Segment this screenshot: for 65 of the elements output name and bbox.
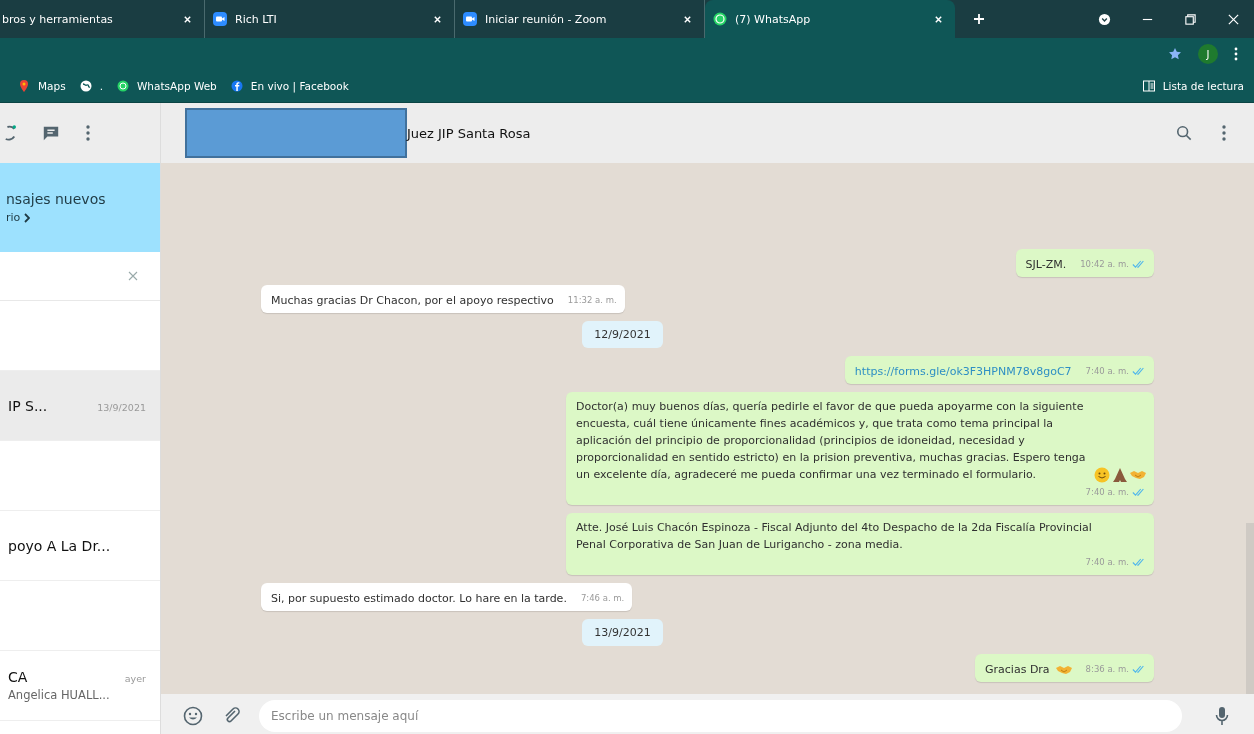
tab-title: (7) WhatsApp — [735, 12, 812, 26]
scrollbar[interactable] — [1246, 523, 1254, 694]
chat-time: ayer — [124, 673, 146, 684]
tab-title: Rich LTI — [235, 12, 278, 26]
smiley-icon — [1094, 467, 1110, 483]
date-chip: 12/9/2021 — [582, 321, 663, 348]
chat-name: CA — [8, 669, 28, 685]
facebook-icon — [230, 80, 243, 92]
close-icon[interactable] — [934, 14, 943, 24]
close-icon[interactable] — [683, 14, 692, 24]
message-text: Si, por supuesto estimado doctor. Lo hare en la tarde. — [271, 591, 567, 607]
banner-link[interactable]: rio — [6, 211, 21, 224]
message-time: 7:40 a. m. — [1085, 556, 1129, 569]
search-icon[interactable] — [1176, 125, 1192, 141]
chat-list-item[interactable]: poyo A La Dr... — [0, 511, 160, 581]
message-time: 10:42 a. m. — [1080, 258, 1129, 271]
bookmark[interactable]: Maps — [18, 80, 66, 92]
chevron-icon — [24, 212, 31, 223]
status-icon[interactable] — [4, 123, 16, 143]
chat-name: poyo A La Dr... — [8, 537, 111, 554]
restore-icon[interactable] — [1184, 12, 1197, 26]
chat-bubble-icon — [117, 80, 129, 92]
reading-list-button[interactable]: Lista de lectura — [1142, 80, 1244, 92]
bookmark[interactable]: WhatsApp Web — [117, 80, 217, 92]
chat-preview: Angelica HUALL... — [8, 688, 111, 702]
globe-icon — [79, 80, 92, 92]
menu-icon[interactable] — [86, 125, 90, 141]
close-icon[interactable] — [1227, 12, 1240, 26]
profile-avatar[interactable]: J — [1198, 44, 1218, 64]
close-icon[interactable] — [433, 14, 442, 24]
chat-list-item[interactable]: IP S... 13/9/2021 — [0, 371, 160, 441]
message-time: 7:40 a. m. — [1085, 365, 1129, 378]
date-chip: 13/9/2021 — [582, 619, 663, 646]
chat-bubble-icon — [713, 12, 727, 26]
banner-title: nsajes nuevos — [6, 191, 107, 207]
list-icon — [1142, 80, 1155, 92]
tab-title: bros y herramientas — [2, 12, 114, 26]
video-icon — [213, 12, 227, 26]
message-text: Doctor(a) muy buenos días, quería pedirle el favor de que pueda apoyarme con la siguiente encuesta, cuál tiene únicamente fines académicos y, que trata como tema principal la aplicación del principio de proporcionalidad (principios de idoneidad, necesidad y proporcionalidad en sentido estricto) en la prision preventiva, muchas gracias. Espero tenga un excelente día, agradeceré me pueda confirmar una vez terminado el formulario. — [576, 399, 1087, 483]
map-pin-icon — [18, 80, 30, 92]
message-text: Atte. José Luis Chacón Espinoza - Fiscal Adjunto del 4to Despacho de la 2da Fiscalía Provincial Penal Corporativa de San Juan de Lurigancho - zona media. — [576, 520, 1093, 553]
chat-name: IP S... — [8, 397, 48, 414]
emoji-icon[interactable] — [183, 706, 203, 726]
star-icon[interactable] — [1168, 47, 1182, 61]
message-time: 8:36 a. m. — [1085, 663, 1129, 676]
message-text: SJL-ZM. — [1025, 257, 1067, 273]
contact-name[interactable]: Juez JIP Santa Rosa — [407, 125, 531, 141]
bookmark[interactable]: En vivo | Facebook — [230, 80, 349, 92]
message-text: Gracias Dra — [985, 662, 1050, 678]
bookmark[interactable]: . — [79, 80, 103, 92]
video-icon — [463, 12, 477, 26]
message-text: Muchas gracias Dr Chacon, por el apoyo respectivo — [271, 293, 554, 309]
chat-list-item[interactable]: CA ayer Angelica HUALL... — [0, 651, 160, 721]
new-tab-icon[interactable] — [973, 13, 985, 25]
tab-title: Iniciar reunión - Zoom — [485, 12, 608, 26]
message-time: 11:32 a. m. — [567, 294, 617, 307]
browser-tab[interactable]: (7) WhatsApp — [705, 0, 955, 38]
tab-search-icon[interactable] — [1098, 12, 1111, 26]
new-chat-icon[interactable] — [42, 124, 60, 142]
close-icon[interactable] — [183, 14, 192, 24]
message-input[interactable]: Escribe un mensaje aquí — [259, 700, 1182, 732]
message-time: 7:46 a. m. — [580, 592, 625, 605]
chat-time: 13/9/2021 — [97, 401, 146, 413]
menu-icon[interactable] — [1234, 47, 1238, 61]
message-time: 7:40 a. m. — [1085, 486, 1129, 499]
